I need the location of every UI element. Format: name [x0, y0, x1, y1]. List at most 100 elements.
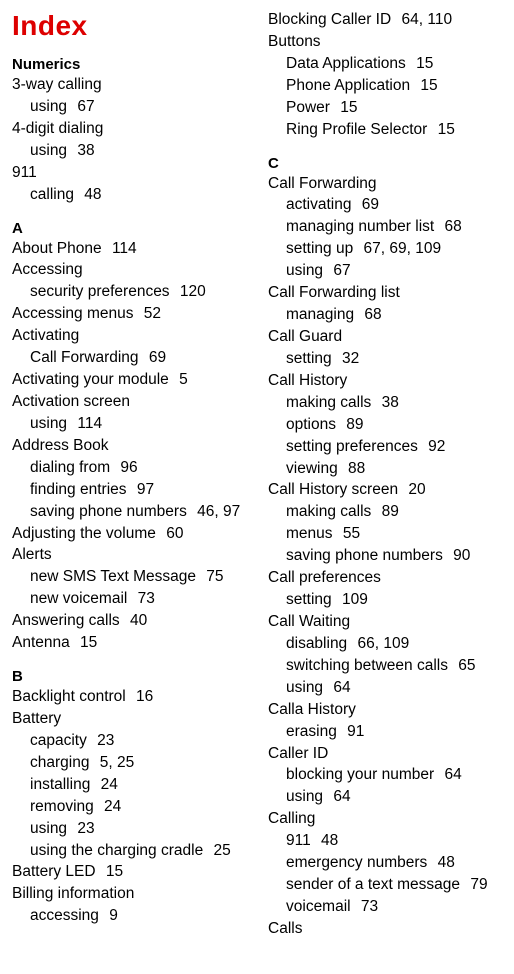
entry-text: Buttons	[268, 33, 321, 50]
index-subentry: making calls 89	[268, 502, 504, 523]
index-entry: Call Waiting	[268, 612, 504, 633]
entry-text: Accessing menus	[12, 305, 133, 322]
index-subentry: options 89	[268, 415, 504, 436]
entry-pages: 67	[73, 98, 95, 115]
index-subentry: Call Forwarding 69	[12, 348, 248, 369]
entry-pages: 69	[145, 349, 167, 366]
entry-text: Activation screen	[12, 393, 130, 410]
index-subentry: viewing 88	[268, 459, 504, 480]
index-subentry: using the charging cradle 25	[12, 841, 248, 862]
entry-pages: 9	[105, 907, 118, 924]
index-subentry: Power 15	[268, 98, 504, 119]
entry-text: setting up	[286, 240, 353, 257]
index-subentry: installing 24	[12, 775, 248, 796]
entry-text: Call Forwarding	[30, 349, 139, 366]
entry-pages: 92	[424, 438, 446, 455]
entry-text: 4-digit dialing	[12, 120, 103, 137]
entry-text: Adjusting the volume	[12, 525, 156, 542]
index-subentry: dialing from 96	[12, 458, 248, 479]
entry-pages: 5	[175, 371, 188, 388]
index-subentry: saving phone numbers 90	[268, 546, 504, 567]
entry-pages: 66, 109	[353, 635, 409, 652]
entry-pages: 75	[202, 568, 224, 585]
entry-text: dialing from	[30, 459, 110, 476]
entry-text: Call preferences	[268, 569, 381, 586]
entry-text: setting	[286, 350, 332, 367]
section-heading: Numerics	[12, 56, 248, 73]
index-entry: Call Guard	[268, 327, 504, 348]
entry-pages: 55	[339, 525, 361, 542]
entry-text: installing	[30, 776, 90, 793]
entry-pages: 52	[139, 305, 161, 322]
index-entry: Accessing menus 52	[12, 304, 248, 325]
entry-text: using	[30, 820, 67, 837]
index-subentry: using 38	[12, 141, 248, 162]
entry-text: Call History	[268, 372, 347, 389]
index-subentry: blocking your number 64	[268, 765, 504, 786]
index-subentry: setting 32	[268, 349, 504, 370]
index-entry: Buttons	[268, 32, 504, 53]
index-subentry: security preferences 120	[12, 282, 248, 303]
entry-text: Battery LED	[12, 863, 96, 880]
entry-text: managing	[286, 306, 354, 323]
index-entry: Activating	[12, 326, 248, 347]
index-subentry: making calls 38	[268, 393, 504, 414]
index-entry: Call preferences	[268, 568, 504, 589]
entry-pages: 23	[73, 820, 95, 837]
entry-text: About Phone	[12, 240, 102, 257]
entry-pages: 64	[329, 788, 351, 805]
entry-text: Ring Profile Selector	[286, 121, 427, 138]
section-heading: A	[12, 220, 248, 237]
entry-pages: 90	[449, 547, 471, 564]
entry-text: viewing	[286, 460, 338, 477]
index-entry: Call Forwarding list	[268, 283, 504, 304]
index-entry: About Phone 114	[12, 239, 248, 260]
entry-pages: 40	[126, 612, 148, 629]
entry-text: Call Forwarding list	[268, 284, 400, 301]
entry-text: Call Waiting	[268, 613, 350, 630]
entry-text: using the charging cradle	[30, 842, 203, 859]
entry-pages: 23	[93, 732, 115, 749]
entry-pages: 73	[133, 590, 155, 607]
index-subentry: Data Applications 15	[268, 54, 504, 75]
index-subentry: managing 68	[268, 305, 504, 326]
index-subentry: 911 48	[268, 831, 504, 852]
entry-text: calling	[30, 186, 74, 203]
entry-text: Alerts	[12, 546, 52, 563]
index-subentry: finding entries 97	[12, 480, 248, 501]
entry-pages: 15	[76, 634, 98, 651]
index-subentry: charging 5, 25	[12, 753, 248, 774]
entry-pages: 73	[357, 898, 379, 915]
entry-text: saving phone numbers	[30, 503, 187, 520]
index-entry: 3-way calling	[12, 75, 248, 96]
entry-pages: 65	[454, 657, 476, 674]
index-subentry: using 114	[12, 414, 248, 435]
entry-text: sender of a text message	[286, 876, 460, 893]
entry-pages: 109	[338, 591, 368, 608]
entry-pages: 60	[162, 525, 184, 542]
entry-pages: 89	[377, 503, 399, 520]
entry-pages: 97	[133, 481, 155, 498]
entry-text: setting	[286, 591, 332, 608]
entry-text: Billing information	[12, 885, 134, 902]
section-heading: C	[268, 155, 504, 172]
index-subentry: activating 69	[268, 195, 504, 216]
entry-pages: 64, 110	[397, 11, 452, 28]
entry-pages: 120	[176, 283, 206, 300]
index-subentry: managing number list 68	[268, 217, 504, 238]
index-entry: Battery	[12, 709, 248, 730]
entry-text: removing	[30, 798, 94, 815]
index-subentry: accessing 9	[12, 906, 248, 927]
entry-pages: 69	[357, 196, 379, 213]
index-entry: Call History	[268, 371, 504, 392]
entry-text: Power	[286, 99, 330, 116]
entry-text: new voicemail	[30, 590, 127, 607]
index-subentry: menus 55	[268, 524, 504, 545]
index-subentry: using 64	[268, 678, 504, 699]
index-entry: Accessing	[12, 260, 248, 281]
index-subentry: using 23	[12, 819, 248, 840]
entry-text: managing number list	[286, 218, 434, 235]
index-subentry: setting 109	[268, 590, 504, 611]
entry-text: 3-way calling	[12, 76, 102, 93]
entry-pages: 38	[73, 142, 95, 159]
